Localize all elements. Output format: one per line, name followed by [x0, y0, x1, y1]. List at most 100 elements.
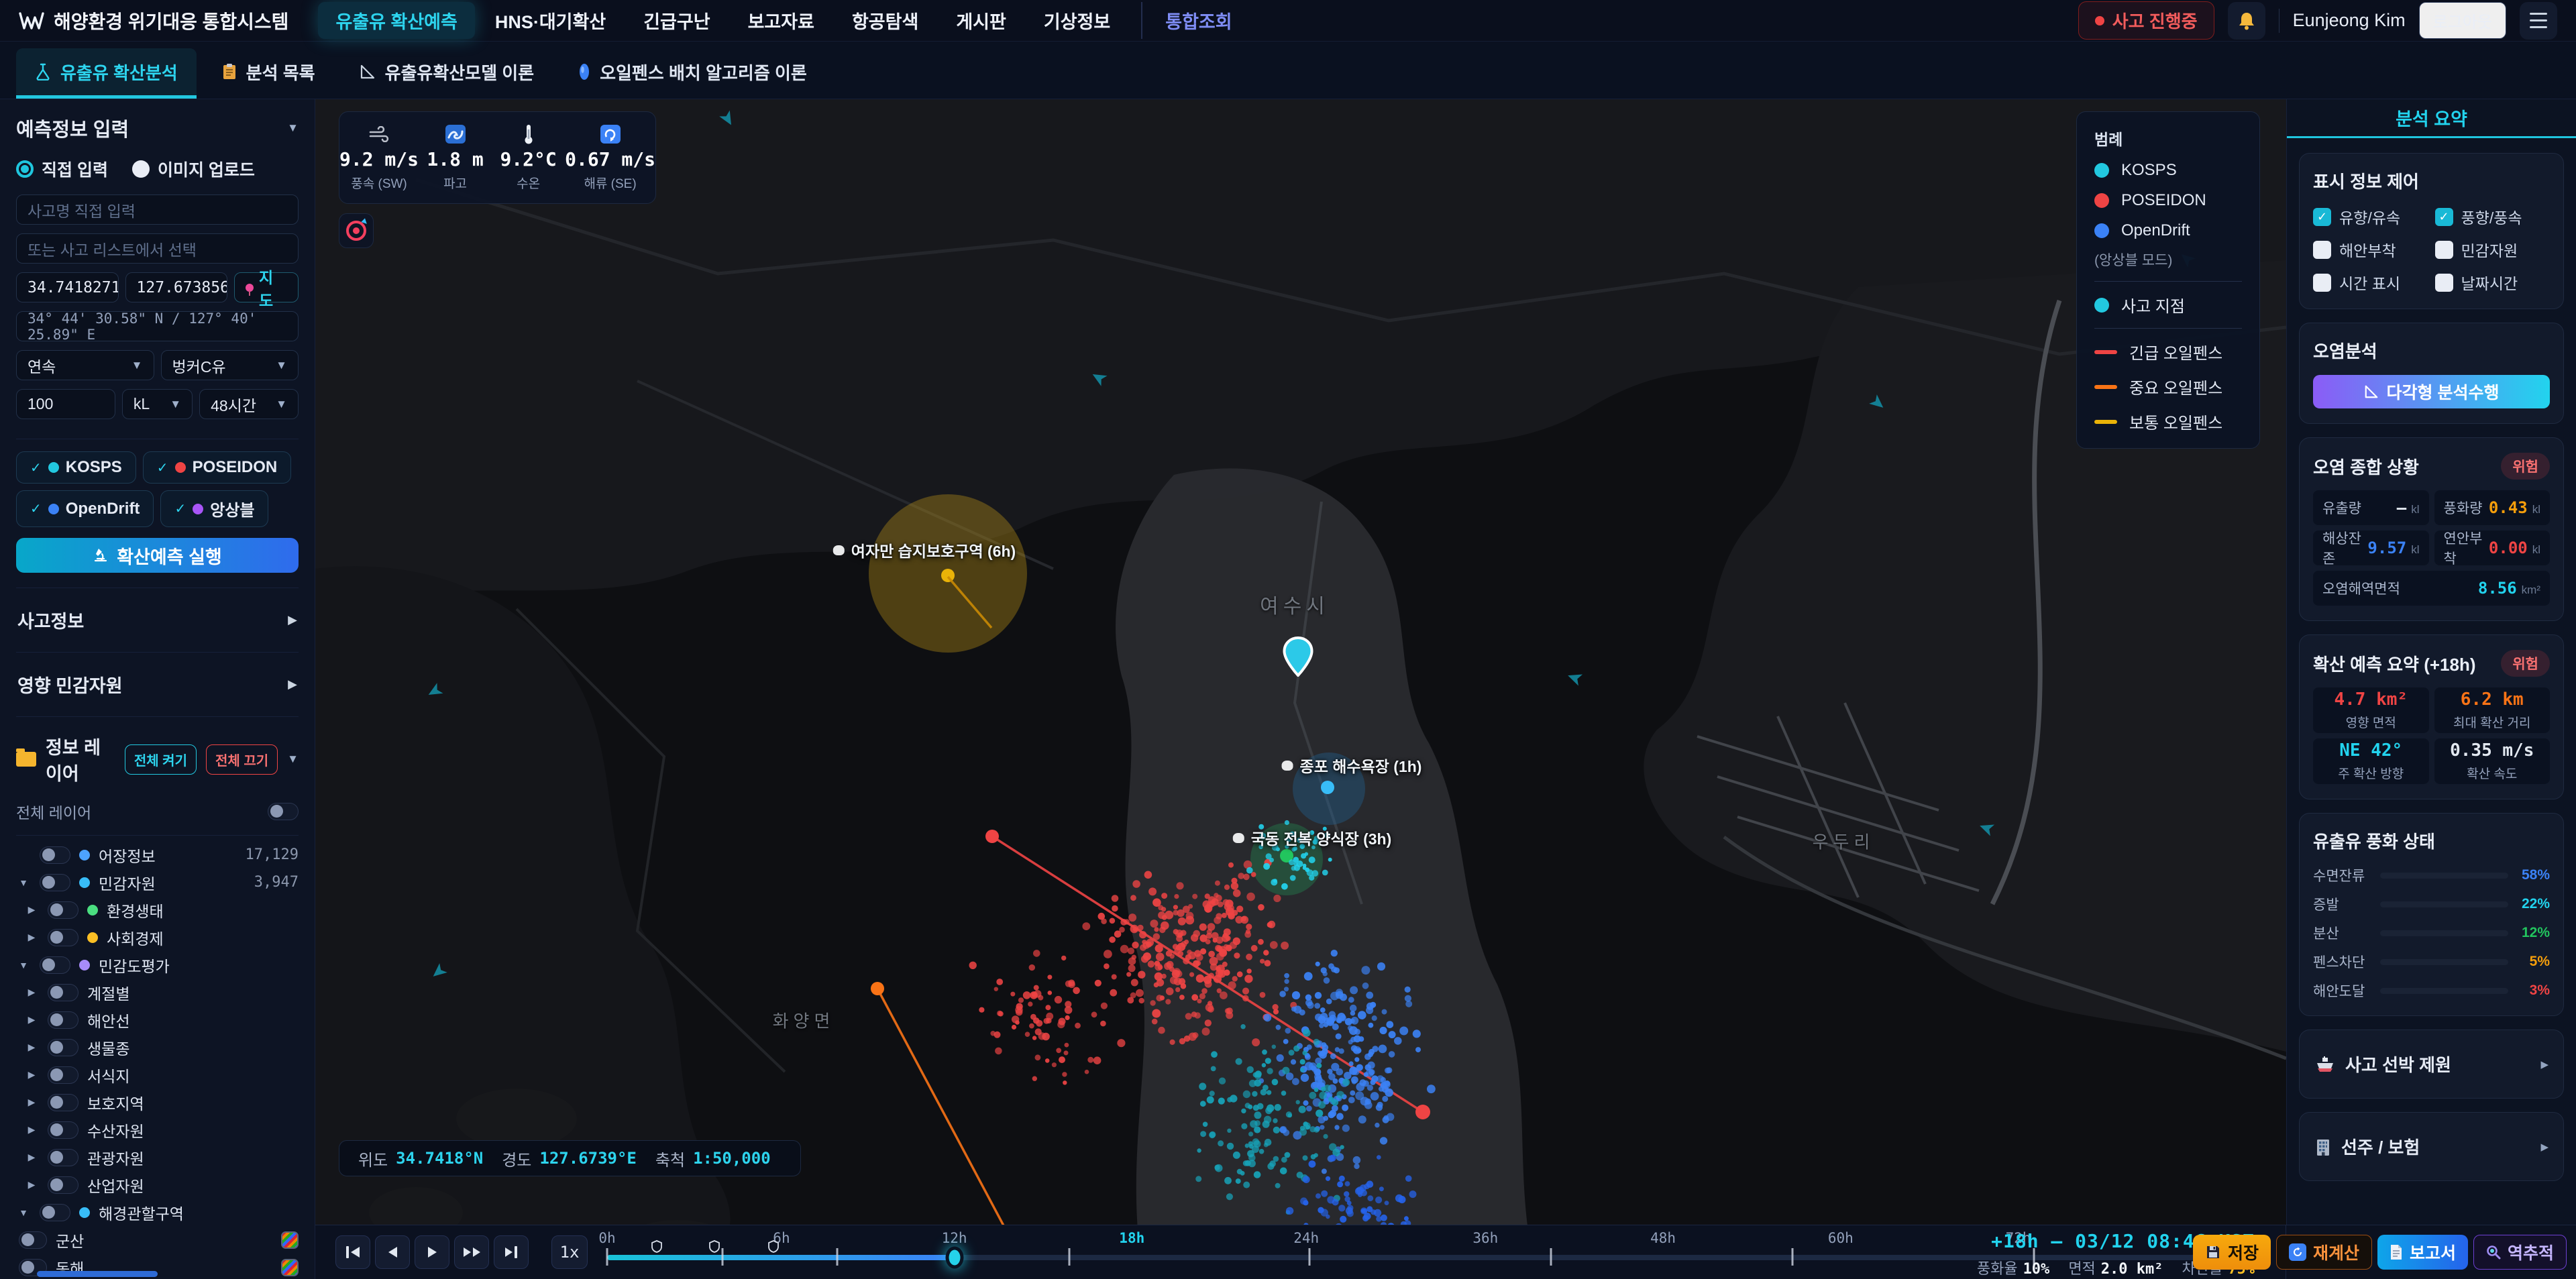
nav-item[interactable]: 게시판 [938, 2, 1024, 39]
section-incident-info[interactable]: 사고정보 ▶ [16, 588, 299, 652]
display-checkbox[interactable]: ✓날짜시간 [2434, 271, 2551, 294]
layer-style-swatch[interactable] [281, 1231, 299, 1249]
fence-deploy-marker-icon[interactable] [651, 1240, 662, 1256]
timeline-label[interactable]: 12h [942, 1230, 967, 1246]
fence-deploy-marker-icon[interactable] [768, 1240, 779, 1256]
layer-tree-row[interactable]: ▶ 해안선 [16, 1006, 299, 1034]
tree-caret-icon[interactable]: ▼ [16, 960, 31, 970]
tab-spill-analysis[interactable]: 유출유 확산분석 [16, 48, 197, 99]
layer-toggle[interactable] [19, 1231, 47, 1249]
map-poi-label[interactable]: 종포 해수욕장 (1h) [1281, 754, 1421, 777]
nav-item[interactable]: 통합조회 [1141, 2, 1249, 39]
nav-item[interactable]: 긴급구난 [626, 2, 727, 39]
layer-tree-row[interactable]: ▼ 민감자원 3,947 [16, 869, 299, 896]
layer-toggle[interactable] [48, 1066, 78, 1084]
map-poi-label[interactable]: 여자만 습지보호구역 (6h) [833, 539, 1016, 561]
nav-item[interactable]: 보고자료 [731, 2, 832, 39]
layer-tree-row[interactable]: 어장정보 17,129 [16, 841, 299, 869]
timeline-label[interactable]: 48h [1650, 1230, 1676, 1246]
logout-button[interactable]: 로그아웃 [2418, 2, 2506, 39]
section-impact-resources[interactable]: 영향 민감자원 ▶ [16, 652, 299, 716]
nav-item[interactable]: 항공탐색 [835, 2, 936, 39]
tab-analysis-list[interactable]: 분석 목록 [203, 48, 334, 99]
layer-tree-row[interactable]: ▶ 보호지역 [16, 1089, 299, 1116]
radio-image-upload[interactable]: 이미지 업로드 [131, 157, 255, 181]
skip-to-start-button[interactable] [335, 1235, 370, 1269]
timeline-thumb[interactable] [945, 1246, 964, 1269]
timeline-label[interactable]: 18h [1119, 1230, 1144, 1246]
longitude-input[interactable]: 127.673856994 [125, 272, 227, 302]
model-chip[interactable]: ✓ 앙상블 [160, 490, 269, 527]
all-layers-toggle[interactable] [268, 803, 299, 820]
tree-caret-icon[interactable]: ▶ [24, 1152, 39, 1163]
layer-toggle[interactable] [48, 983, 78, 1001]
tree-caret-icon[interactable]: ▶ [24, 1124, 39, 1135]
center-on-incident-button[interactable] [339, 213, 374, 248]
incident-list-select[interactable]: 또는 사고 리스트에서 선택 [16, 233, 299, 264]
nav-item[interactable]: HNS·대기확산 [478, 2, 623, 39]
layer-tree-row[interactable]: ▶ 계절별 [16, 979, 299, 1006]
layer-toggle[interactable] [48, 1038, 78, 1056]
timeline-label[interactable]: 24h [1293, 1230, 1319, 1246]
polygon-analysis-button[interactable]: 다각형 분석수행 [2313, 375, 2550, 408]
layer-tree-row[interactable]: ▶ 수산자원 [16, 1116, 299, 1144]
vessel-specs-card[interactable]: 사고 선박 제원 ▶ [2299, 1030, 2564, 1099]
all-layers-on-button[interactable]: 전체 켜기 [124, 744, 197, 775]
display-checkbox[interactable]: ✓해안부착 [2313, 238, 2428, 261]
play-button[interactable] [415, 1235, 449, 1269]
layer-tree-row[interactable]: ▼ 해경관할구역 [16, 1199, 299, 1226]
layer-toggle[interactable] [48, 928, 78, 946]
layer-tree-row[interactable]: ▶ 서식지 [16, 1061, 299, 1089]
layer-toggle[interactable] [48, 1148, 78, 1166]
amount-input[interactable]: 100 [16, 389, 115, 419]
playback-speed-button[interactable]: 1x [551, 1235, 588, 1269]
tree-caret-icon[interactable]: ▶ [24, 1014, 39, 1025]
timeline-label[interactable]: 60h [1828, 1230, 1854, 1246]
oil-type-select[interactable]: 벙커C유 ▼ [160, 350, 299, 380]
layer-toggle[interactable] [40, 846, 70, 864]
tree-caret-icon[interactable]: ▼ [16, 1207, 31, 1218]
spill-type-select[interactable]: 연속 ▼ [16, 350, 154, 380]
incident-location-pin[interactable] [1283, 636, 1313, 680]
layer-tree-row[interactable]: ▶ 환경생태 [16, 896, 299, 924]
save-button[interactable]: 저장 [2192, 1235, 2271, 1270]
nav-item[interactable]: 기상정보 [1026, 2, 1128, 39]
tree-caret-icon[interactable]: ▶ [24, 1097, 39, 1108]
tree-caret-icon[interactable]: ▶ [24, 1069, 39, 1080]
report-button[interactable]: 보고서 [2377, 1235, 2468, 1270]
tree-caret-icon[interactable]: ▶ [24, 1179, 39, 1190]
model-chip[interactable]: ✓ OpenDrift [16, 490, 154, 527]
step-back-button[interactable] [375, 1235, 410, 1269]
layer-toggle[interactable] [40, 1203, 70, 1221]
layer-tree-row[interactable]: ▶ 관광자원 [16, 1144, 299, 1171]
unit-select[interactable]: kL ▼ [121, 389, 193, 419]
display-checkbox[interactable]: ✓민감자원 [2434, 238, 2551, 261]
layer-toggle[interactable] [48, 1121, 78, 1139]
incident-status-badge[interactable]: 사고 진행중 [2078, 1, 2214, 40]
tab-model-theory[interactable]: 유출유확산모델 이론 [341, 48, 553, 99]
layer-toggle[interactable] [48, 1176, 78, 1194]
recalculate-button[interactable]: 재계산 [2275, 1235, 2372, 1270]
layer-style-swatch[interactable] [281, 1258, 299, 1276]
skip-to-end-button[interactable] [494, 1235, 529, 1269]
run-prediction-button[interactable]: 확산예측 실행 [16, 538, 299, 573]
tree-caret-icon[interactable]: ▶ [24, 1042, 39, 1053]
timeline-label[interactable]: 0h [598, 1230, 615, 1246]
layer-tree-row[interactable]: ▶ 생물종 [16, 1034, 299, 1061]
tree-caret-icon[interactable]: ▼ [16, 877, 31, 888]
model-chip[interactable]: ✓ POSEIDON [142, 451, 292, 484]
layer-toggle[interactable] [48, 1093, 78, 1111]
sidebar-scrollbar-thumb[interactable] [37, 1271, 158, 1277]
display-checkbox[interactable]: ✓시간 표시 [2313, 271, 2428, 294]
layer-tree-row[interactable]: ▼ 민감도평가 [16, 951, 299, 979]
radio-direct-input[interactable]: 직접 입력 [16, 157, 108, 181]
layer-toggle[interactable] [48, 1011, 78, 1029]
duration-select[interactable]: 48시간 ▼ [199, 389, 299, 419]
collapse-icon[interactable]: ▼ [287, 753, 299, 766]
tree-caret-icon[interactable]: ▶ [24, 904, 39, 915]
layer-toggle[interactable] [48, 901, 78, 919]
layer-toggle[interactable] [40, 956, 70, 974]
fence-deploy-marker-icon[interactable] [708, 1240, 720, 1256]
incident-name-input[interactable]: 사고명 직접 입력 [16, 194, 299, 225]
collapse-icon[interactable]: ▼ [287, 121, 299, 135]
